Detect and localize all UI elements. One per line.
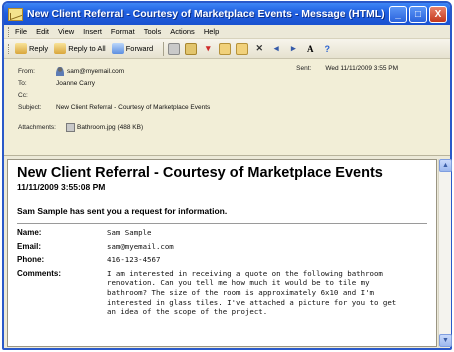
menu-edit[interactable]: Edit [36,27,49,36]
reply-all-label: Reply to All [68,44,106,53]
toolbar-separator [163,41,165,56]
move-to-folder-icon[interactable] [185,42,198,55]
follow-up-flag-icon[interactable]: ▾ [202,43,214,55]
menu-view[interactable]: View [58,27,74,36]
from-value[interactable]: sam@myemail.com [67,68,124,75]
forward-button[interactable]: Forward [111,43,154,54]
sent-field: Sent: Wed 11/11/2009 3:55 PM [296,65,398,72]
subject-row: Subject: New Client Referral - Courtesy … [18,101,444,113]
previous-item-icon[interactable]: ◂ [270,43,282,55]
print-icon[interactable] [168,42,181,55]
next-item-icon[interactable]: ▸ [287,43,299,55]
field-label: Email: [17,241,42,251]
reply-label: Reply [29,44,49,53]
referral-fields: Name: Sam Sample Email: sam@myemail.com … [17,228,427,317]
subject-label: Subject: [18,103,42,111]
sent-value: Wed 11/11/2009 3:55 PM [325,65,398,72]
font-size-icon[interactable]: A [304,43,316,55]
attachments-row: Attachments: Bathroom.jpg (488 KB) [18,121,444,133]
message-body[interactable]: New Client Referral - Courtesy of Market… [7,159,437,347]
field-row-name: Name: Sam Sample [17,228,427,238]
email-intro: Sam Sample has sent you a request for in… [17,206,228,216]
maximize-button[interactable]: □ [409,5,427,23]
email-heading: New Client Referral - Courtesy of Market… [17,165,383,181]
divider [17,223,427,224]
field-value: 416-123-4567 [107,255,161,265]
menu-grip-icon[interactable] [8,26,11,37]
junk-icon[interactable] [236,42,249,55]
field-row-comments: Comments: I am interested in receiving a… [17,269,427,317]
reply-button[interactable]: Reply [15,43,48,54]
vertical-scrollbar[interactable]: ▲ ▼ [438,159,452,347]
attachment-link[interactable]: Bathroom.jpg (488 KB) [77,124,143,131]
field-value[interactable]: sam@myemail.com [107,242,174,252]
field-row-phone: Phone: 416-123-4567 [17,255,427,265]
menu-help[interactable]: Help [204,27,219,36]
field-label: Name: [17,228,42,237]
menu-actions[interactable]: Actions [170,27,195,36]
help-icon[interactable]: ? [321,43,333,55]
email-date: 11/11/2009 3:55:08 PM [17,182,106,192]
to-label: To: [18,79,27,87]
field-label: Phone: [17,255,45,265]
to-row: To: Joanne Carry [18,77,444,89]
cc-label: Cc: [18,91,28,99]
message-header: From: sam@myemail.com To: Joanne Carry C… [4,59,450,156]
subject-value: New Client Referral - Courtesy of Market… [56,103,211,111]
field-value: Sam Sample [107,228,152,237]
reply-icon [15,43,27,54]
attachments-label: Attachments: [18,123,56,131]
menu-bar: File Edit View Insert Format Tools Actio… [4,25,450,39]
field-row-email: Email: sam@myemail.com [17,242,427,252]
close-button[interactable]: X [429,5,447,23]
delete-icon[interactable]: ✕ [253,43,265,55]
minimize-button[interactable]: _ [389,5,407,23]
forward-label: Forward [125,44,154,53]
standard-toolbar: Reply Reply to All Forward ▾ ✕ ◂ ▸ A ? [4,39,450,59]
to-value[interactable]: Joanne Carry [56,80,95,87]
attachment-file-icon [66,122,75,132]
field-value: I am interested in receiving a quote on … [107,268,397,317]
toolbar-grip-icon[interactable] [8,43,11,54]
menu-tools[interactable]: Tools [144,27,162,36]
field-label: Comments: [17,268,62,278]
sent-label: Sent: [296,65,312,72]
categorize-icon[interactable] [219,42,232,55]
scroll-up-icon[interactable]: ▲ [439,159,452,172]
forward-icon [111,43,124,54]
title-bar[interactable]: New Client Referral - Courtesy of Market… [4,3,450,25]
contact-icon [56,66,64,76]
menu-file[interactable]: File [15,27,27,36]
envelope-icon [8,7,23,21]
reply-all-icon [54,43,67,54]
scroll-down-icon[interactable]: ▼ [439,334,452,347]
from-label: From: [18,67,35,75]
menu-insert[interactable]: Insert [83,27,102,36]
menu-format[interactable]: Format [111,27,135,36]
reply-all-button[interactable]: Reply to All [54,43,106,54]
cc-row: Cc: [18,89,444,101]
window-title: New Client Referral - Courtesy of Market… [27,8,385,20]
